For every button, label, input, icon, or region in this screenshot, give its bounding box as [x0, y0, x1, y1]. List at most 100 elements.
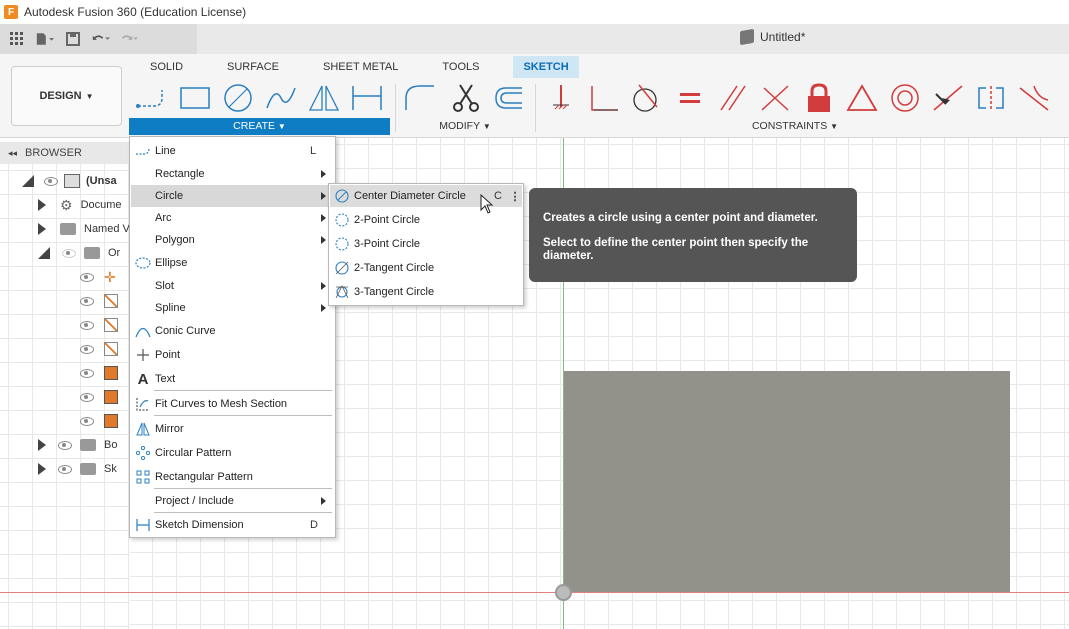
- submenu-arrow-icon: [321, 170, 326, 178]
- menu-item-rectangle[interactable]: Rectangle: [131, 163, 334, 185]
- visibility-eye-icon[interactable]: [80, 296, 94, 306]
- expanded-triangle-icon[interactable]: [22, 175, 34, 187]
- visibility-eye-icon[interactable]: [58, 464, 72, 474]
- tree-label: Sk: [104, 463, 117, 475]
- menu-item-circular-pattern[interactable]: Circular Pattern: [131, 442, 334, 464]
- document-tab[interactable]: Untitled*: [740, 28, 805, 46]
- menu-item-rectangular-pattern[interactable]: Rectangular Pattern: [131, 466, 334, 488]
- curvature-constraint-icon[interactable]: [1018, 82, 1050, 114]
- menu-item-conic-curve[interactable]: Conic Curve: [131, 320, 334, 342]
- mirror-tool-icon[interactable]: [308, 82, 340, 114]
- sketch-profile-region[interactable]: [564, 371, 1010, 592]
- tab-sketch[interactable]: SKETCH: [513, 56, 579, 78]
- tree-row-document-settings[interactable]: ⚙ Docume: [38, 194, 122, 216]
- tree-row-axis[interactable]: [80, 290, 118, 312]
- menu-item-polygon[interactable]: Polygon: [131, 229, 334, 251]
- trim-scissors-icon[interactable]: [450, 82, 482, 114]
- collinear-constraint-icon[interactable]: [932, 82, 964, 114]
- offset-tool-icon[interactable]: [492, 82, 524, 114]
- collapsed-triangle-icon[interactable]: [38, 463, 46, 475]
- visibility-eye-icon[interactable]: [80, 320, 94, 330]
- visibility-eye-icon[interactable]: [80, 392, 94, 402]
- visibility-eye-icon[interactable]: [58, 440, 72, 450]
- modify-group-button[interactable]: MODIFY ▼: [400, 118, 530, 135]
- expanded-triangle-icon[interactable]: [38, 247, 50, 259]
- visibility-eye-icon[interactable]: [80, 272, 94, 282]
- more-options-icon[interactable]: ⋮: [508, 190, 522, 203]
- point-icon: [135, 347, 151, 363]
- submenu-item-3-tangent-circle[interactable]: 3-Tangent Circle: [330, 281, 522, 303]
- line-icon: [135, 143, 151, 159]
- fillet-tool-icon[interactable]: [404, 82, 436, 114]
- tooltip-description: Creates a circle using a center point an…: [543, 212, 818, 224]
- tree-row-plane[interactable]: [80, 386, 118, 408]
- visibility-eye-icon[interactable]: [44, 176, 58, 186]
- submenu-item-label: Center Diameter Circle: [354, 190, 466, 202]
- tab-surface[interactable]: SURFACE: [217, 56, 289, 78]
- parallel-constraint-icon[interactable]: [717, 82, 749, 114]
- tree-row-bodies[interactable]: Bo: [38, 434, 117, 456]
- menu-item-text[interactable]: A Text: [131, 368, 334, 390]
- perpendicular-constraint-icon[interactable]: [760, 82, 792, 114]
- tree-label: Bo: [104, 439, 118, 451]
- collapsed-triangle-icon[interactable]: [38, 199, 46, 211]
- create-group-button[interactable]: CREATE ▼: [129, 118, 390, 135]
- visibility-eye-icon[interactable]: [80, 344, 94, 354]
- file-menu-icon[interactable]: [36, 30, 54, 48]
- menu-item-point[interactable]: Point: [131, 344, 334, 366]
- tree-row-plane[interactable]: [80, 410, 118, 432]
- tab-tools[interactable]: TOOLS: [432, 56, 489, 78]
- submenu-item-2-tangent-circle[interactable]: 2-Tangent Circle: [330, 257, 522, 279]
- tree-row-axis[interactable]: [80, 338, 118, 360]
- workspace-switcher-button[interactable]: DESIGN ▼: [11, 66, 122, 126]
- horizontal-vertical-constraint-icon[interactable]: [545, 82, 577, 114]
- tab-sheet-metal[interactable]: SHEET METAL: [313, 56, 408, 78]
- undo-icon[interactable]: [92, 30, 110, 48]
- collapse-browser-icon[interactable]: ◂◂: [8, 148, 17, 159]
- menu-item-line[interactable]: Line L: [131, 140, 334, 162]
- tree-row-axis[interactable]: [80, 314, 118, 336]
- menu-item-mirror[interactable]: Mirror: [131, 418, 334, 440]
- command-tooltip: Creates a circle using a center point an…: [529, 188, 857, 282]
- tree-row-origin-point[interactable]: ✛: [80, 266, 116, 288]
- midpoint-constraint-icon[interactable]: [846, 82, 878, 114]
- tree-root-row[interactable]: (Unsa: [22, 170, 117, 192]
- save-icon[interactable]: [64, 30, 82, 48]
- tree-row-sketches[interactable]: Sk: [38, 458, 117, 480]
- circle-tool-icon[interactable]: [222, 82, 254, 114]
- fix-unfix-lock-icon[interactable]: [803, 82, 835, 114]
- tab-solid[interactable]: SOLID: [140, 56, 193, 78]
- origin-point[interactable]: [555, 584, 572, 601]
- menu-item-circle[interactable]: Circle: [131, 185, 334, 207]
- dimension-tool-icon[interactable]: [351, 82, 383, 114]
- menu-item-slot[interactable]: Slot: [131, 275, 334, 297]
- line-tool-icon[interactable]: [136, 82, 168, 114]
- visibility-eye-icon[interactable]: [80, 416, 94, 426]
- collapsed-triangle-icon[interactable]: [38, 223, 46, 235]
- spline-tool-icon[interactable]: [265, 82, 297, 114]
- menu-item-arc[interactable]: Arc: [131, 207, 334, 229]
- hidden-eye-icon[interactable]: [62, 248, 76, 258]
- menu-item-spline[interactable]: Spline: [131, 297, 334, 319]
- collapsed-triangle-icon[interactable]: [38, 439, 46, 451]
- symmetry-constraint-icon[interactable]: [975, 82, 1007, 114]
- tree-row-named-views[interactable]: Named V: [38, 218, 130, 240]
- submenu-item-3-point-circle[interactable]: 3-Point Circle: [330, 233, 522, 255]
- redo-icon[interactable]: [120, 30, 138, 48]
- menu-item-project-include[interactable]: Project / Include: [131, 490, 334, 512]
- tree-row-plane[interactable]: [80, 362, 118, 384]
- submenu-arrow-icon: [321, 236, 326, 244]
- visibility-eye-icon[interactable]: [80, 368, 94, 378]
- app-grid-icon[interactable]: [8, 30, 26, 48]
- constraints-group-button[interactable]: CONSTRAINTS ▼: [540, 118, 1050, 135]
- tangent-constraint-icon[interactable]: [631, 82, 663, 114]
- tree-row-origin[interactable]: Or: [38, 242, 120, 264]
- concentric-constraint-icon[interactable]: [889, 82, 921, 114]
- menu-item-sketch-dimension[interactable]: Sketch Dimension D: [131, 514, 334, 536]
- menu-item-fit-curves[interactable]: Fit Curves to Mesh Section: [131, 393, 334, 415]
- menu-item-ellipse[interactable]: Ellipse: [131, 252, 334, 274]
- coincident-constraint-icon[interactable]: [588, 82, 620, 114]
- browser-header[interactable]: ◂◂ BROWSER: [0, 142, 130, 164]
- equal-constraint-icon[interactable]: [674, 82, 706, 114]
- rectangle-tool-icon[interactable]: [179, 82, 211, 114]
